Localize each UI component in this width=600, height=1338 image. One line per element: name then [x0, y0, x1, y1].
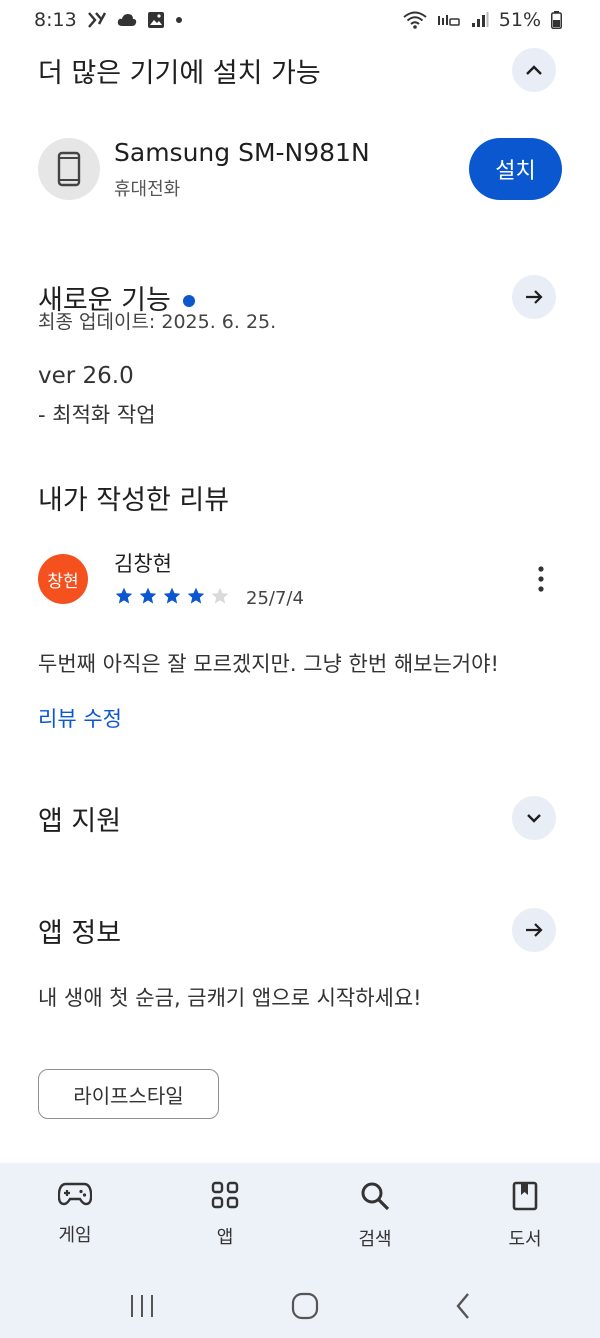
star-filled-icon [187, 587, 205, 604]
star-filled-icon [115, 587, 133, 604]
chevron-up-icon [526, 65, 542, 75]
system-nav-bar [0, 1273, 600, 1338]
more-devices-header: 더 많은 기기에 설치 가능 [38, 48, 556, 92]
reviewer-name: 김창현 [114, 552, 172, 576]
app-info-arrow-button[interactable] [512, 908, 556, 952]
star-rating [114, 586, 234, 610]
category-chip[interactable]: 라이프스타일 [38, 1069, 219, 1119]
more-notifications-dot-icon [175, 16, 183, 24]
more-options-button[interactable] [526, 559, 556, 599]
volte-icon [437, 13, 461, 27]
back-icon[interactable] [454, 1292, 472, 1320]
status-time: 8:13 [34, 9, 77, 31]
nav-books[interactable]: 도서 [450, 1163, 600, 1273]
search-icon [361, 1182, 390, 1211]
whats-new-arrow-button[interactable] [512, 275, 556, 319]
last-updated: 최종 업데이트: 2025. 6. 25. [38, 311, 277, 333]
wifi-icon [403, 11, 427, 29]
nav-books-label: 도서 [508, 1229, 542, 1250]
device-avatar [38, 138, 100, 200]
app-description: 내 생애 첫 순금, 금캐기 앱으로 시작하세요! [38, 986, 422, 1010]
nav-games[interactable]: 게임 [0, 1163, 150, 1273]
recents-icon[interactable] [128, 1294, 156, 1318]
version-text: ver 26.0 [38, 363, 134, 389]
star-filled-icon [139, 587, 157, 604]
status-left: 8:13 [34, 9, 183, 31]
status-right: 51% [403, 9, 562, 31]
battery-percent: 51% [498, 9, 541, 31]
gamepad-icon [58, 1182, 92, 1206]
chevron-down-icon [527, 814, 541, 823]
nav-search[interactable]: 검색 [300, 1163, 450, 1273]
book-icon [512, 1181, 538, 1211]
my-review-title: 내가 작성한 리뷰 [38, 485, 230, 516]
device-info: Samsung SM-N981N 휴대전화 [114, 138, 469, 201]
device-type: 휴대전화 [114, 178, 181, 200]
app-info-title: 앱 정보 [38, 917, 122, 949]
apps-grid-icon [211, 1181, 239, 1209]
review-text: 두번째 아직은 잘 모르겠지만. 그냥 한번 해보는거야! [38, 652, 499, 676]
nav-games-label: 게임 [58, 1225, 92, 1246]
reviewer-info: 김창현 25/7/4 [114, 548, 526, 610]
device-name: Samsung SM-N981N [114, 137, 370, 167]
gallery-icon [147, 11, 165, 29]
app-notification-icon [87, 11, 107, 29]
release-notes: - 최적화 작업 [38, 403, 156, 427]
nav-apps-label: 앱 [216, 1227, 234, 1248]
app-support-title: 앱 지원 [38, 805, 122, 837]
home-icon[interactable] [291, 1292, 319, 1320]
signal-icon [471, 12, 489, 28]
collapse-button[interactable] [512, 48, 556, 92]
device-row: Samsung SM-N981N 휴대전화 설치 [38, 134, 562, 204]
smartphone-icon [57, 151, 81, 187]
review-header: 창현 김창현 25/7/4 [38, 544, 556, 614]
battery-icon [551, 11, 562, 29]
star-empty-icon [211, 587, 229, 604]
app-support-header[interactable]: 앱 지원 [38, 796, 556, 840]
review-date: 25/7/4 [246, 587, 304, 609]
nav-search-label: 검색 [358, 1229, 392, 1250]
rating-row: 25/7/4 [114, 586, 526, 610]
status-bar: 8:13 51% [0, 0, 600, 40]
nav-apps[interactable]: 앱 [150, 1163, 300, 1273]
new-indicator-dot [182, 295, 195, 307]
app-support-expand-button[interactable] [512, 796, 556, 840]
edit-review-link[interactable]: 리뷰 수정 [38, 703, 122, 733]
avatar: 창현 [38, 554, 88, 604]
bottom-nav: 게임 앱 검색 도서 [0, 1163, 600, 1273]
cloud-icon [117, 13, 137, 27]
arrow-right-icon [526, 290, 543, 304]
install-button[interactable]: 설치 [469, 138, 562, 200]
app-info-header[interactable]: 앱 정보 [38, 908, 556, 952]
arrow-right-icon [526, 923, 543, 937]
star-filled-icon [163, 587, 181, 604]
more-devices-title: 더 많은 기기에 설치 가능 [38, 57, 321, 89]
more-vert-icon [538, 566, 544, 592]
